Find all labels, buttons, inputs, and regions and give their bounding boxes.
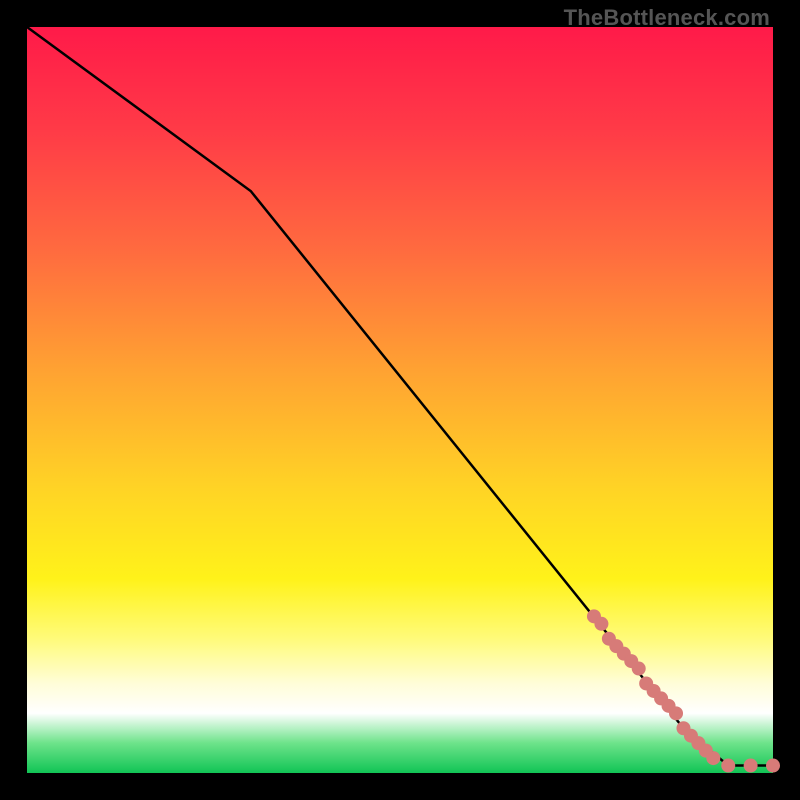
- data-point: [744, 759, 758, 773]
- data-point: [721, 759, 735, 773]
- data-point: [669, 706, 683, 720]
- chart-overlay: [27, 27, 773, 773]
- data-point: [594, 617, 608, 631]
- data-point: [706, 751, 720, 765]
- bottleneck-curve: [27, 27, 773, 766]
- chart-frame: TheBottleneck.com: [0, 0, 800, 800]
- data-point: [766, 759, 780, 773]
- data-point: [632, 662, 646, 676]
